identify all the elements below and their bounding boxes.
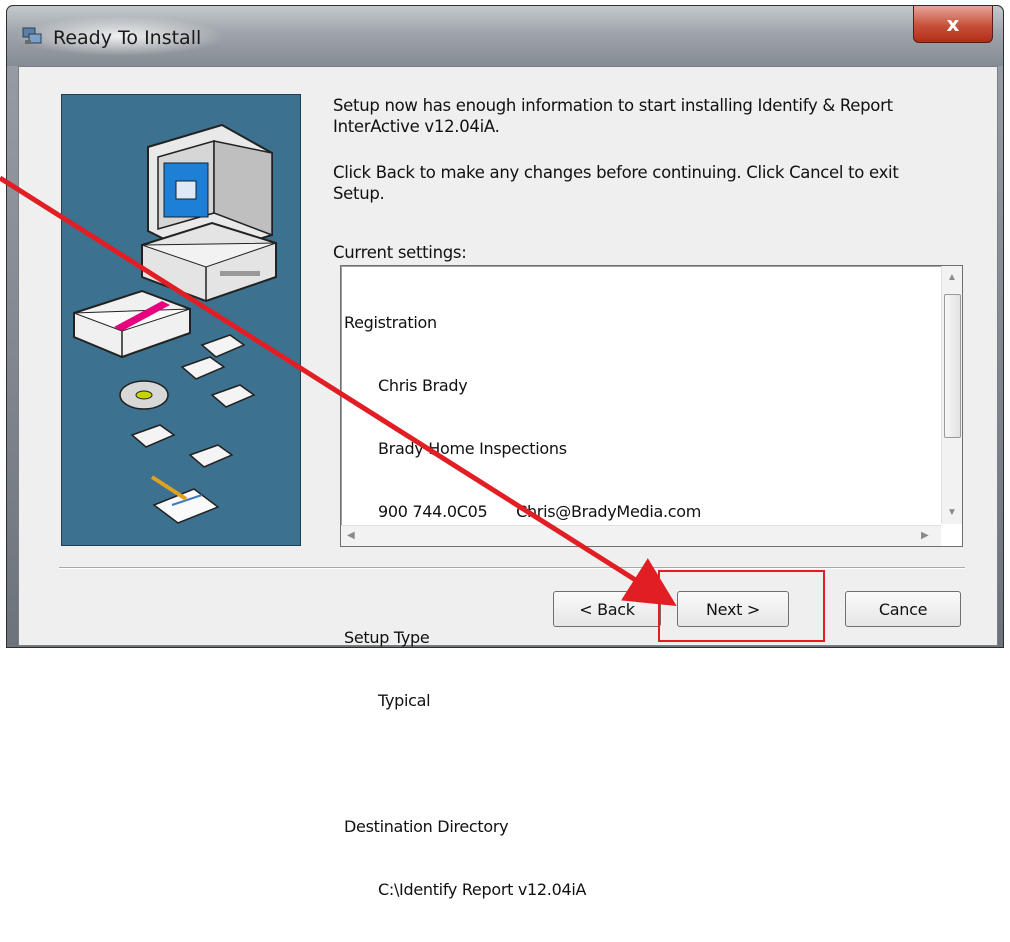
button-divider (59, 567, 965, 569)
back-cancel-hint: Click Back to make any changes before co… (333, 162, 899, 204)
horizontal-scrollbar[interactable]: ◀ ▶ (341, 525, 941, 546)
scroll-right-icon[interactable]: ▶ (921, 530, 929, 541)
settings-line: Brady Home Inspections (378, 439, 567, 458)
settings-line (344, 753, 701, 774)
installer-window: Ready To Install x Setup now has enough … (0, 0, 1010, 899)
current-settings-label: Current settings: (333, 243, 467, 262)
vertical-scrollbar[interactable]: ▲ ▼ (941, 266, 962, 524)
settings-line: Typical (378, 691, 431, 710)
back-button[interactable]: < Back (553, 591, 661, 627)
installer-banner-illustration (61, 94, 301, 546)
dialog-client-area: Setup now has enough information to star… (18, 66, 998, 899)
installer-app-icon (22, 27, 42, 44)
settings-line: Destination Directory (344, 817, 509, 836)
vertical-scroll-thumb[interactable] (944, 294, 961, 438)
ready-message-line-2: InterActive v12.04iA. (333, 117, 500, 136)
title-bar[interactable]: Ready To Install x (7, 6, 1003, 66)
scroll-left-icon[interactable]: ◀ (347, 530, 355, 541)
scroll-up-icon[interactable]: ▲ (947, 272, 957, 283)
cancel-button[interactable]: Cance (845, 591, 961, 627)
next-button-highlight (658, 570, 825, 642)
settings-line: C:\Identify Report v12.04iA (378, 880, 587, 899)
settings-line: Registration (344, 313, 437, 332)
window-frame: Ready To Install x Setup now has enough … (6, 5, 1004, 899)
hint-line-1: Click Back to make any changes before co… (333, 163, 899, 182)
close-icon: x (946, 12, 960, 36)
ready-message: Setup now has enough information to star… (333, 95, 893, 137)
ready-message-line-1: Setup now has enough information to star… (333, 96, 893, 115)
settings-line: Chris Brady (378, 376, 468, 395)
settings-line: Setup Type (344, 628, 430, 647)
window-title: Ready To Install (53, 27, 202, 49)
hint-line-2: Setup. (333, 184, 385, 203)
settings-line: 900 744.0C05 Chris@BradyMedia.com (378, 502, 702, 521)
scroll-down-icon[interactable]: ▼ (947, 507, 957, 518)
close-button[interactable]: x (913, 6, 993, 43)
current-settings-memo[interactable]: Registration Chris Brady Brady Home Insp… (340, 265, 963, 899)
computer-illustration-icon (73, 123, 277, 524)
